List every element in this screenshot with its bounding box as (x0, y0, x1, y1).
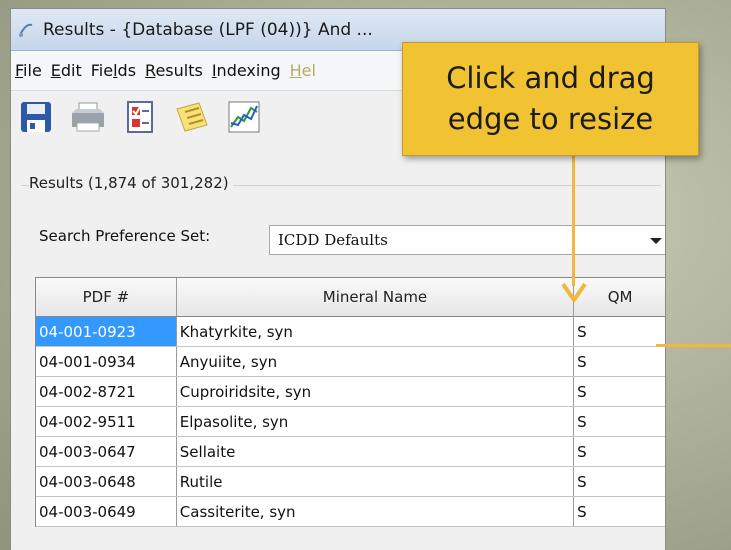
cell-mineral-name[interactable]: Cassiterite, syn (177, 497, 575, 526)
dropdown-arrow-icon[interactable] (650, 238, 662, 244)
cell-pdf-number[interactable]: 04-001-0934 (36, 347, 177, 376)
cell-pdf-number[interactable]: 04-001-0923 (36, 317, 177, 346)
callout-line-2: edge to resize (447, 102, 654, 136)
cell-mineral-name[interactable]: Elpasolite, syn (177, 407, 575, 436)
table-row[interactable]: 04-001-0934 Anyuiite, syn S (36, 347, 665, 377)
cell-pdf-number[interactable]: 04-003-0649 (36, 497, 177, 526)
column-header-pdf[interactable]: PDF # (36, 278, 177, 316)
cell-pdf-number[interactable]: 04-003-0648 (36, 467, 177, 496)
save-button[interactable] (17, 98, 55, 136)
grid-body: 04-001-0923 Khatyrkite, syn S 04-001-0934 An… (36, 317, 665, 527)
print-icon (72, 102, 104, 132)
column-header-qm[interactable]: QM (574, 278, 665, 316)
window-title: Results - {Database (LPF (04))} And ... (43, 19, 373, 40)
table-row[interactable]: 04-003-0648 Rutile S (36, 467, 665, 497)
resize-hint-callout: Click and drag edge to resize (402, 42, 699, 156)
checklist-icon (127, 101, 153, 133)
menu-edit[interactable]: Edit (51, 61, 82, 80)
cell-qm[interactable]: S (574, 407, 665, 436)
cell-mineral-name[interactable]: Rutile (177, 467, 575, 496)
search-preference-value: ICDD Defaults (278, 231, 388, 249)
cell-qm[interactable]: S (574, 377, 665, 406)
menu-file[interactable]: File (15, 61, 42, 80)
search-preference-label: Search Preference Set: (39, 227, 211, 245)
search-preference-select[interactable]: ICDD Defaults (269, 225, 665, 255)
app-icon (19, 23, 33, 37)
table-row[interactable]: 04-003-0647 Sellaite S (36, 437, 665, 467)
cell-pdf-number[interactable]: 04-002-8721 (36, 377, 177, 406)
cell-mineral-name[interactable]: Khatyrkite, syn (177, 317, 575, 346)
cell-pdf-number[interactable]: 04-002-9511 (36, 407, 177, 436)
cell-mineral-name[interactable]: Anyuiite, syn (177, 347, 575, 376)
table-row[interactable]: 04-003-0649 Cassiterite, syn S (36, 497, 665, 527)
menu-indexing[interactable]: Indexing (212, 61, 281, 80)
callout-leader-line (572, 156, 575, 286)
checklist-button[interactable] (121, 98, 159, 136)
resize-arrow-icon (561, 282, 587, 302)
callout-leader-line-right (656, 344, 731, 347)
results-count-label: Results (1,874 of 301,282) (29, 174, 233, 192)
cell-mineral-name[interactable]: Cuproiridsite, syn (177, 377, 575, 406)
cell-qm[interactable]: S (574, 497, 665, 526)
cell-mineral-name[interactable]: Sellaite (177, 437, 575, 466)
cell-pdf-number[interactable]: 04-003-0647 (36, 437, 177, 466)
print-button[interactable] (69, 98, 107, 136)
callout-line-1: Click and drag (446, 61, 655, 95)
menu-help[interactable]: Hel (290, 61, 316, 80)
column-header-mineral-name[interactable]: Mineral Name (177, 278, 575, 316)
table-row[interactable]: 04-001-0923 Khatyrkite, syn S (36, 317, 665, 347)
table-row[interactable]: 04-002-8721 Cuproiridsite, syn S (36, 377, 665, 407)
chart-button[interactable] (225, 98, 263, 136)
menu-results[interactable]: Results (145, 61, 203, 80)
cell-qm[interactable]: S (574, 317, 665, 346)
save-icon (21, 102, 51, 132)
menu-fields[interactable]: Fields (91, 61, 136, 80)
notes-button[interactable] (173, 98, 211, 136)
cell-qm[interactable]: S (574, 437, 665, 466)
results-grid: PDF # Mineral Name QM 04-001-0923 Khatyrk… (35, 277, 665, 527)
cell-qm[interactable]: S (574, 467, 665, 496)
table-row[interactable]: 04-002-9511 Elpasolite, syn S (36, 407, 665, 437)
chart-icon (228, 101, 260, 133)
cell-qm[interactable]: S (574, 347, 665, 376)
notes-icon (176, 102, 208, 132)
